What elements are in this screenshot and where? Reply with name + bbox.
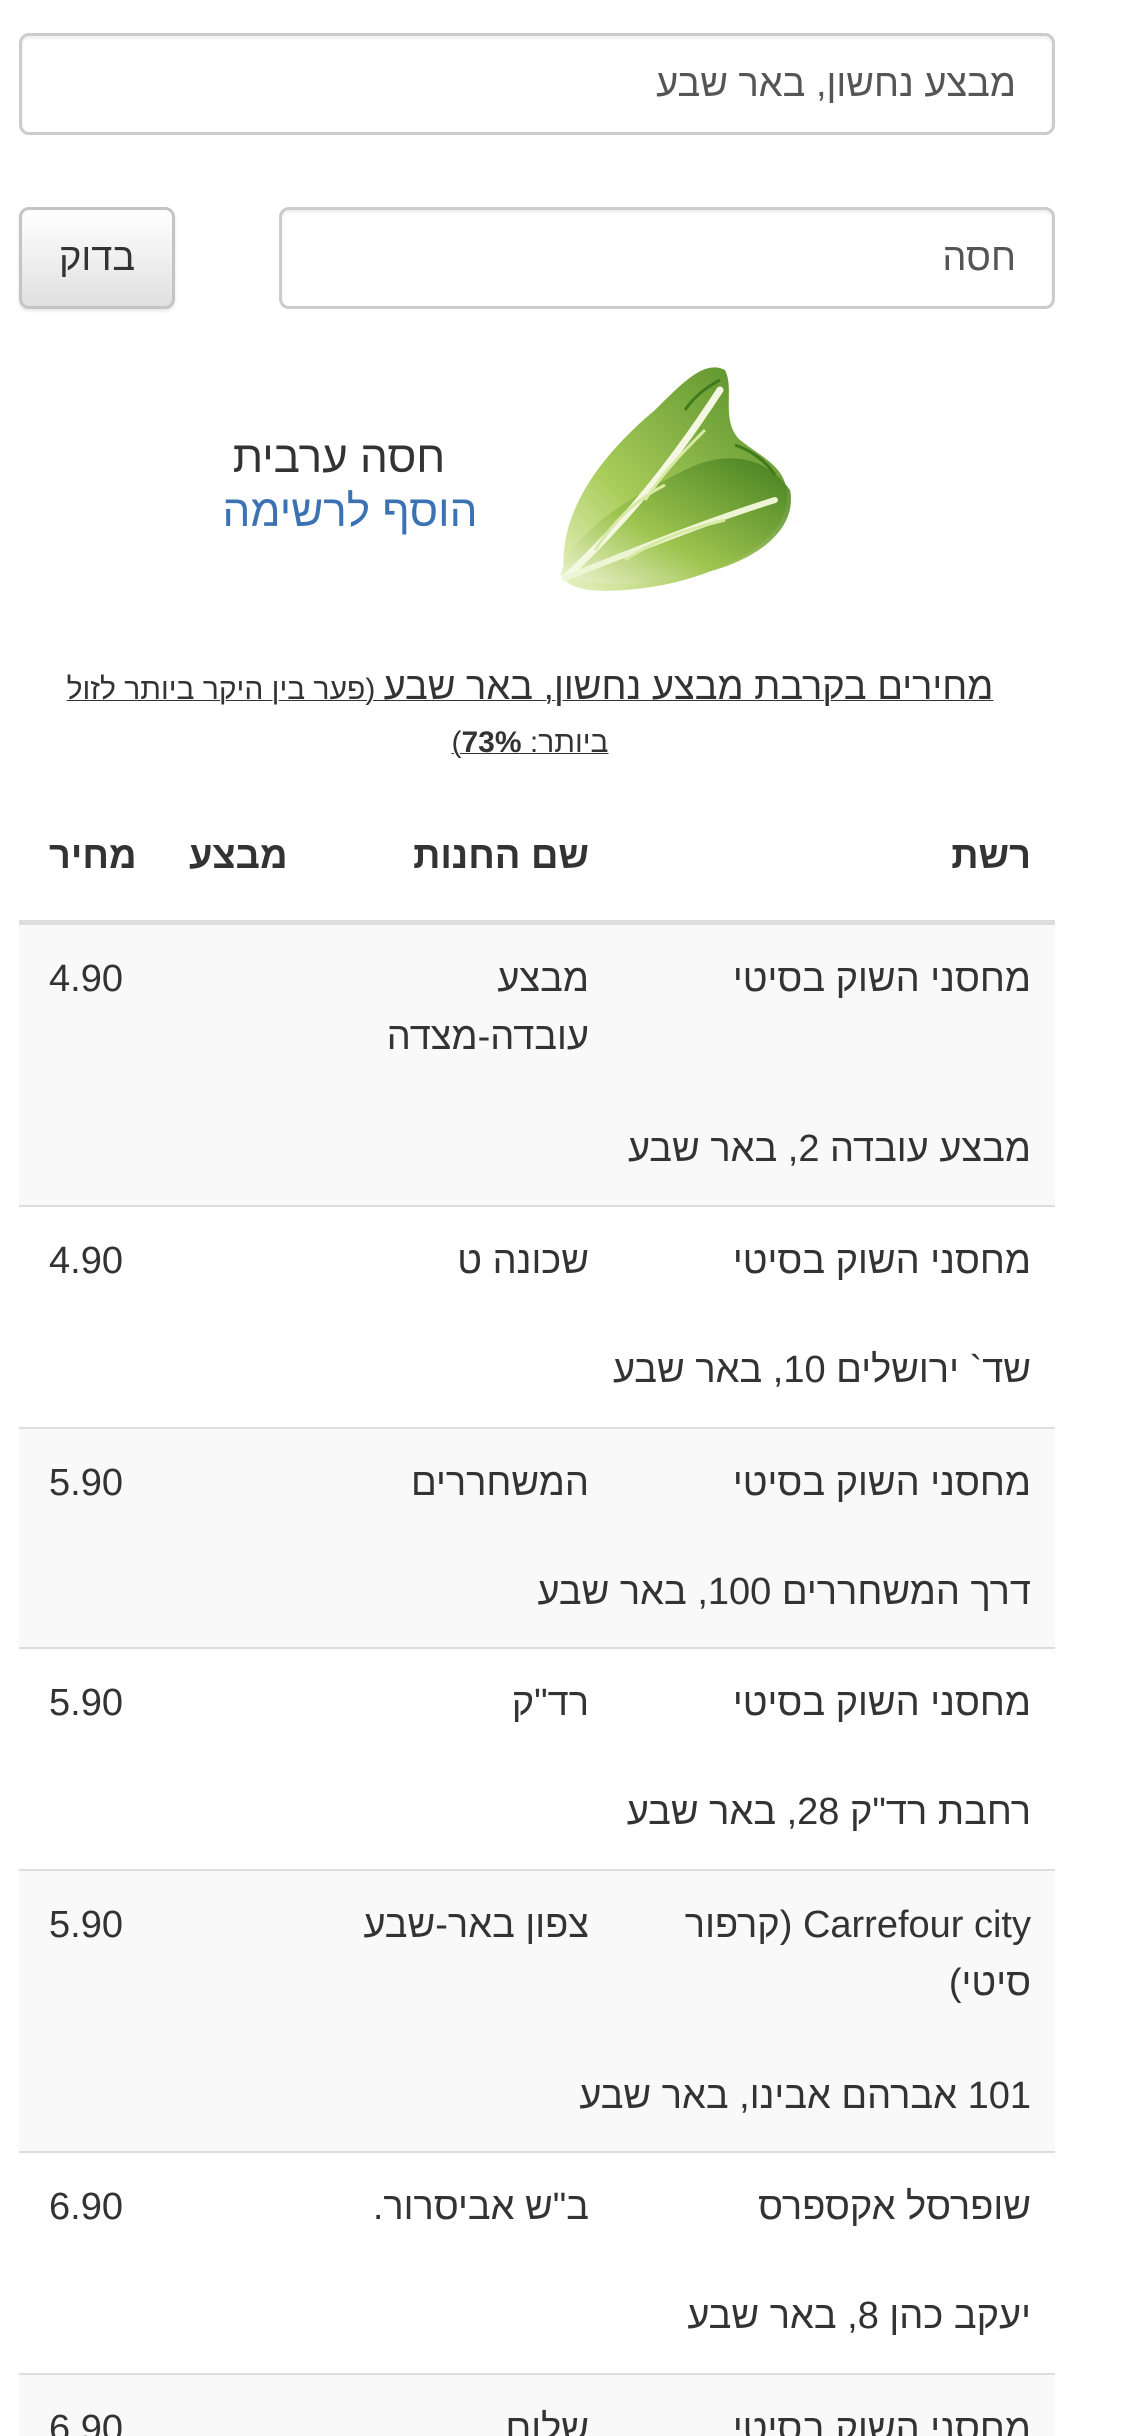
row-store: ב"ש אביסרור. — [372, 2186, 589, 2228]
row-store: שלום — [505, 2408, 589, 2436]
row-chain: מחסני השוק בסיטי — [732, 958, 1031, 1000]
row-store: המשחררים — [410, 1462, 589, 1504]
product-name: חסה ערבית — [232, 433, 446, 482]
table-row[interactable]: שופרסל אקספרס ב"ש אביסרור. 6.90 יעקב כהן… — [19, 2153, 1055, 2375]
header-store: שם החנות — [413, 835, 589, 877]
table-row[interactable]: מחסני השוק בסיטי שלום 6.90 — [19, 2375, 1055, 2436]
row-store: רד"ק — [511, 1682, 589, 1724]
product-search-value: חסה — [942, 236, 1016, 279]
check-button[interactable]: בדוק — [19, 207, 175, 309]
table-header: רשת שם החנות מבצע מחיר — [19, 820, 1055, 925]
row-price: 6.90 — [49, 2186, 123, 2228]
location-input[interactable]: מבצע נחשון, באר שבע — [19, 33, 1055, 135]
row-chain: מחסני השוק בסיטי — [732, 1682, 1031, 1724]
row-chain: מחסני השוק בסיטי — [732, 1462, 1031, 1504]
row-address: שד` ירושלים 10, באר שבע — [612, 1349, 1031, 1391]
table-row[interactable]: מחסני השוק בסיטי שכונה ט 4.90 שד` ירושלי… — [19, 1207, 1055, 1429]
add-to-list-link[interactable]: הוסף לרשימה — [180, 487, 520, 537]
row-price: 4.90 — [49, 958, 123, 1000]
row-price: 6.90 — [49, 2408, 123, 2436]
header-sale: מבצע — [189, 835, 288, 877]
row-price: 5.90 — [49, 1682, 123, 1724]
price-table: רשת שם החנות מבצע מחיר מחסני השוק בסיטי … — [19, 820, 1055, 2436]
row-address: דרך המשחררים 100, באר שבע — [537, 1571, 1032, 1613]
header-chain: רשת — [951, 835, 1031, 877]
table-row[interactable]: מחסני השוק בסיטי רד"ק 5.90 רחבת רד"ק 28,… — [19, 1649, 1055, 1871]
table-row[interactable]: מחסני השוק בסיטי המשחררים 5.90 דרך המשחר… — [19, 1429, 1055, 1649]
row-store: צפון באר-שבע — [363, 1904, 589, 1946]
row-address: 101 אברהם אבינו, באר שבע — [579, 2075, 1031, 2117]
row-address: רחבת רד"ק 28, באר שבע — [626, 1791, 1031, 1833]
row-chain: Carrefour city (קרפור סיטי) — [684, 1904, 1031, 2004]
row-price: 5.90 — [49, 1462, 123, 1504]
row-price: 5.90 — [49, 1904, 123, 1946]
table-row[interactable]: מחסני השוק בסיטי מבצע עובדה-מצדה 4.90 מב… — [19, 925, 1055, 1207]
row-chain: שופרסל אקספרס — [758, 2186, 1031, 2228]
row-store: שכונה ט — [457, 1240, 589, 1282]
prices-heading[interactable]: מחירים בקרבת מבצע נחשון, באר שבע (פער בי… — [30, 663, 1030, 772]
row-address: מבצע עובדה 2, באר שבע — [627, 1128, 1031, 1170]
table-row[interactable]: Carrefour city (קרפור סיטי) צפון באר-שבע… — [19, 1871, 1055, 2153]
romaine-lettuce-image — [560, 367, 791, 591]
row-price: 4.90 — [49, 1240, 123, 1282]
row-chain: מחסני השוק בסיטי — [732, 1240, 1031, 1282]
prices-heading-main: מחירים בקרבת מבצע נחשון, באר שבע — [383, 666, 994, 708]
row-chain: מחסני השוק בסיטי — [732, 2408, 1031, 2436]
product-search-input[interactable]: חסה — [279, 207, 1055, 309]
location-input-value: מבצע נחשון, באר שבע — [656, 62, 1016, 105]
price-gap-value: 73% — [461, 726, 522, 759]
price-gap-suffix: ) — [451, 726, 462, 759]
row-address: יעקב כהן 8, באר שבע — [687, 2295, 1031, 2337]
row-store: מבצע עובדה-מצדה — [386, 958, 589, 1058]
header-price: מחיר — [49, 835, 137, 877]
